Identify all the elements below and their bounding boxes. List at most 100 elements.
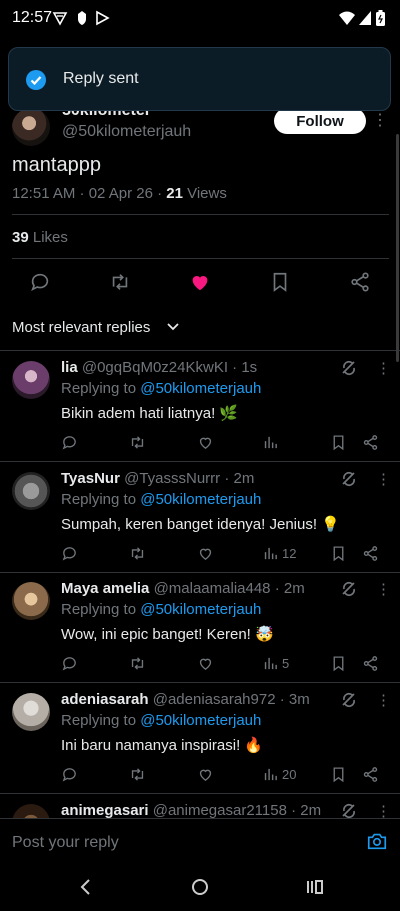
more-icon[interactable]: ⋮ — [376, 580, 391, 598]
share-button[interactable] — [362, 544, 379, 562]
like-button[interactable] — [197, 433, 214, 451]
grok-icon[interactable] — [340, 470, 358, 488]
more-icon[interactable]: ⋮ — [376, 691, 391, 709]
reply-author-name[interactable]: animegasari — [61, 802, 149, 819]
views-count: 21 — [166, 185, 183, 202]
reply-author-name[interactable]: Maya amelia — [61, 580, 149, 597]
views-button[interactable]: 5 — [262, 654, 289, 672]
reply-text: Ini baru namanya inspirasi! 🔥 — [61, 737, 264, 754]
bookmark-icon — [333, 434, 344, 450]
views-button[interactable] — [262, 433, 282, 451]
reply-icon[interactable] — [29, 271, 51, 293]
share-button[interactable] — [362, 654, 379, 672]
reply-header: animegasari @animegasar21158 · 2m — [61, 802, 321, 819]
share-button[interactable] — [362, 765, 379, 783]
tweet-text: mantappp — [12, 154, 101, 176]
bookmark-icon — [333, 655, 344, 671]
reply-avatar[interactable] — [12, 693, 50, 731]
reply-button[interactable] — [61, 765, 78, 783]
camera-icon[interactable] — [366, 830, 388, 852]
reply-actions: 5 — [61, 654, 381, 674]
reply-item[interactable]: adeniasarah @adeniasarah972 · 3m ⋮ Replyin… — [0, 684, 400, 794]
tweet-timestamp: 12:51 AM · 02 Apr 26 · — [12, 185, 167, 202]
follow-button[interactable]: Follow — [274, 108, 366, 134]
author-handle[interactable]: @50kilometerjauh — [62, 123, 191, 141]
like-button[interactable] — [197, 544, 214, 562]
reply-item[interactable]: lia @0gqBqM0z24KkwKI · 1s ⋮ Replying to @5… — [0, 352, 400, 462]
share-button[interactable] — [362, 433, 379, 451]
reply-text: Bikin adem hati liatnya! 🌿 — [61, 405, 239, 422]
retweet-button[interactable] — [129, 654, 146, 672]
reply-button[interactable] — [61, 433, 78, 451]
scrollbar[interactable] — [396, 134, 399, 362]
reply-author-handle[interactable]: @0gqBqM0z24KkwKI — [82, 359, 228, 376]
battery-icon — [376, 10, 385, 26]
replying-to-prefix: Replying to — [61, 491, 141, 508]
grok-icon[interactable] — [340, 691, 358, 709]
retweet-button[interactable] — [129, 765, 146, 783]
reply-avatar[interactable] — [12, 582, 50, 620]
views-button[interactable]: 12 — [262, 544, 296, 562]
retweet-icon — [131, 767, 144, 781]
grok-icon[interactable] — [340, 359, 358, 377]
home-icon[interactable] — [191, 878, 209, 896]
grok-icon[interactable] — [340, 580, 358, 598]
reply-author-handle[interactable]: @animegasar21158 — [153, 802, 287, 819]
recent-apps-icon[interactable] — [306, 878, 324, 896]
replying-to: Replying to @50kilometerjauh — [61, 712, 261, 729]
reply-item[interactable]: TyasNur @TyasssNurrr · 2m ⋮ Replying to @5… — [0, 463, 400, 573]
reply-input[interactable]: Post your reply — [12, 834, 119, 852]
likes-summary[interactable]: 39 Likes — [12, 229, 68, 246]
like-button[interactable] — [197, 765, 214, 783]
bookmark-button[interactable] — [330, 433, 347, 451]
like-icon — [199, 437, 212, 449]
retweet-icon[interactable] — [109, 271, 131, 293]
back-icon[interactable] — [77, 878, 95, 896]
reply-author-name[interactable]: adeniasarah — [61, 691, 149, 708]
reply-author-name[interactable]: lia — [61, 359, 78, 376]
reply-item[interactable]: Maya amelia @malaamalia448 · 2m ⋮ Replying… — [0, 573, 400, 683]
reply-icon — [62, 546, 76, 561]
reply-author-handle[interactable]: @TyasssNurrr — [124, 470, 220, 487]
replying-to-prefix: Replying to — [61, 380, 141, 397]
reply-avatar[interactable] — [12, 472, 50, 510]
replying-to-link[interactable]: @50kilometerjauh — [140, 601, 261, 618]
reply-button[interactable] — [61, 654, 78, 672]
more-icon[interactable]: ⋮ — [376, 359, 391, 377]
vpn-icon — [52, 12, 68, 26]
bookmark-button[interactable] — [330, 544, 347, 562]
views-count: 12 — [282, 545, 297, 561]
reply-time: · 2m — [224, 470, 255, 487]
reply-button[interactable] — [61, 544, 78, 562]
reply-author-handle[interactable]: @adeniasarah972 — [153, 691, 276, 708]
reply-author-name[interactable]: TyasNur — [61, 470, 120, 487]
retweet-button[interactable] — [129, 544, 146, 562]
share-icon[interactable] — [349, 271, 371, 293]
divider — [0, 793, 400, 794]
reply-text: Wow, ini epic banget! Keren! 🤯 — [61, 626, 274, 643]
views-count: 20 — [282, 766, 297, 782]
reply-text: Sumpah, keren banget idenya! Jenius! 💡 — [61, 516, 340, 533]
more-icon[interactable]: ⋮ — [376, 470, 391, 488]
like-button[interactable] — [197, 654, 214, 672]
views-icon — [264, 768, 277, 780]
bookmark-icon[interactable] — [269, 271, 291, 293]
views-count: 5 — [282, 655, 290, 671]
like-icon[interactable] — [189, 271, 211, 293]
chevron-down-icon[interactable] — [166, 320, 180, 334]
replying-to-link[interactable]: @50kilometerjauh — [140, 380, 261, 397]
sort-replies-dropdown[interactable]: Most relevant replies — [12, 319, 150, 336]
reply-composer[interactable]: Post your reply — [0, 818, 400, 865]
replying-to: Replying to @50kilometerjauh — [61, 380, 261, 397]
toast-notification[interactable]: Reply sent — [8, 47, 391, 111]
retweet-button[interactable] — [129, 433, 146, 451]
bookmark-button[interactable] — [330, 765, 347, 783]
views-button[interactable]: 20 — [262, 765, 296, 783]
author-avatar[interactable] — [12, 108, 50, 146]
bookmark-button[interactable] — [330, 654, 347, 672]
reply-avatar[interactable] — [12, 361, 50, 399]
reply-author-handle[interactable]: @malaamalia448 — [154, 580, 271, 597]
replying-to-link[interactable]: @50kilometerjauh — [140, 491, 261, 508]
replying-to-link[interactable]: @50kilometerjauh — [140, 712, 261, 729]
more-icon[interactable]: ⋮ — [372, 110, 388, 130]
